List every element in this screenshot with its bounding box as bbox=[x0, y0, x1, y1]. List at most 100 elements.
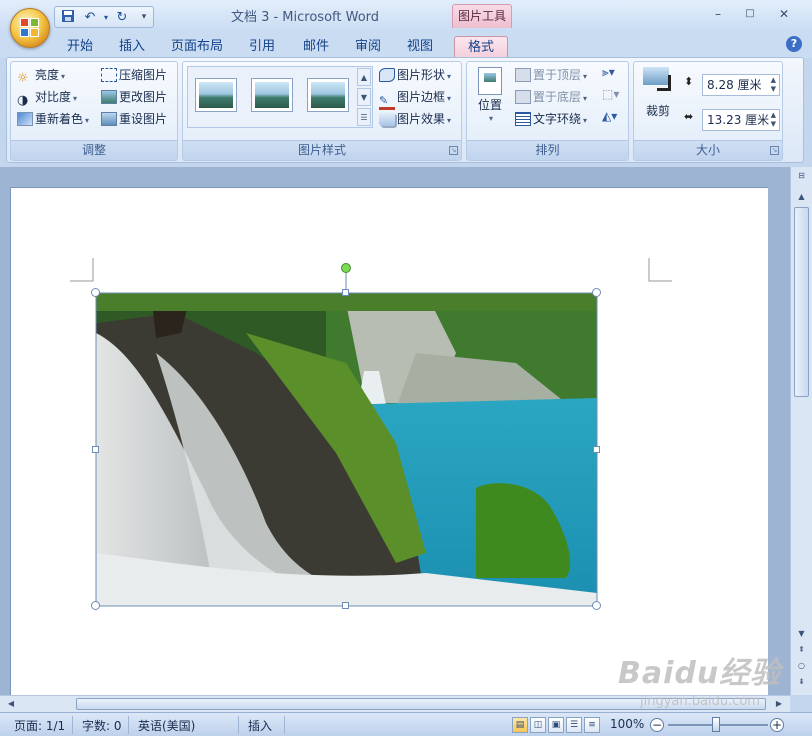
picture-styles-group: ▲ ▼ ☰ 图片形状 ▾ ✎ 图片边框 ▾ 图片效果 ▾ 图片样式 ↘ bbox=[182, 61, 462, 161]
tab-insert[interactable]: 插入 bbox=[110, 36, 154, 58]
recolor-label: 重新着色 bbox=[35, 112, 84, 126]
group-icon[interactable]: ⬚▾ bbox=[602, 87, 624, 107]
picture-effects-button[interactable]: 图片效果 ▾ bbox=[379, 109, 451, 129]
zoom-out-icon[interactable]: − bbox=[650, 718, 664, 732]
vertical-scrollbar[interactable]: ⊟ ▲ ▼ ⇞ ○ ⇟ bbox=[790, 167, 812, 695]
text-wrapping-label: 文字环绕 bbox=[533, 112, 582, 126]
arrange-group: 位置 ▾ 置于顶层 ▾ 置于底层 ▾ 文字环绕 ▾ ⫸▾ ⬚▾ ◭▾ 排列 bbox=[466, 61, 629, 161]
resize-handle-ne[interactable] bbox=[592, 288, 601, 297]
tab-view[interactable]: 视图 bbox=[398, 36, 442, 58]
style-thumbnail-3[interactable] bbox=[307, 78, 349, 112]
next-page-icon[interactable]: ⇟ bbox=[794, 677, 809, 691]
brightness-label: 亮度 bbox=[35, 68, 60, 82]
close-button[interactable]: ✕ bbox=[774, 5, 794, 23]
maximize-button[interactable]: □ bbox=[740, 5, 760, 23]
rotate-handle[interactable] bbox=[341, 263, 351, 273]
size-label: 大小 bbox=[695, 143, 720, 157]
brightness-button[interactable]: ☼ 亮度 ▾ bbox=[17, 65, 65, 86]
adjust-group: ☼ 亮度 ▾ ◑ 对比度 ▾ 重新着色 ▾ 压缩图片 更改图片 重设图片 调整 bbox=[10, 61, 178, 161]
browse-object-icon[interactable]: ○ bbox=[794, 661, 809, 675]
arrange-group-label: 排列 bbox=[467, 140, 628, 160]
office-button[interactable] bbox=[10, 8, 50, 48]
tab-page-layout[interactable]: 页面布局 bbox=[166, 36, 228, 58]
gallery-down-icon[interactable]: ▼ bbox=[357, 88, 371, 106]
print-layout-view-icon[interactable]: ▤ bbox=[512, 717, 528, 733]
resize-handle-n[interactable] bbox=[342, 289, 349, 296]
resize-handle-s[interactable] bbox=[342, 602, 349, 609]
margin-mark-right bbox=[648, 258, 672, 282]
reset-picture-button[interactable]: 重设图片 bbox=[101, 109, 167, 129]
language-indicator[interactable]: 英语(美国) bbox=[138, 717, 195, 734]
baidu-watermark-logo: Baidu经验 bbox=[618, 656, 782, 691]
page-count[interactable]: 页面: 1/1 bbox=[14, 717, 65, 734]
ruler-toggle-icon[interactable]: ⊟ bbox=[794, 171, 809, 185]
picture-border-button[interactable]: ✎ 图片边框 ▾ bbox=[379, 87, 451, 110]
crop-button[interactable]: 裁剪 bbox=[640, 65, 676, 125]
compress-icon bbox=[101, 68, 117, 82]
tab-review[interactable]: 审阅 bbox=[346, 36, 390, 58]
web-layout-icon[interactable]: ▣ bbox=[548, 717, 564, 733]
recolor-icon bbox=[17, 112, 33, 126]
change-picture-button[interactable]: 更改图片 bbox=[101, 87, 167, 107]
resize-handle-se[interactable] bbox=[592, 601, 601, 610]
style-thumbnail-1[interactable] bbox=[195, 78, 237, 112]
position-button[interactable]: 位置 ▾ bbox=[473, 65, 507, 131]
change-picture-icon bbox=[101, 90, 117, 104]
zoom-level[interactable]: 100% bbox=[610, 717, 644, 731]
scroll-left-icon[interactable]: ◀ bbox=[4, 698, 18, 710]
vertical-scroll-thumb[interactable] bbox=[794, 207, 809, 397]
size-group: 裁剪 ⬍ 8.28 厘米 ▲ ▼ ⬌ 13.23 厘米 ▲ ▼ 大小 ↘ bbox=[633, 61, 783, 161]
sun-icon: ☼ bbox=[17, 71, 29, 86]
width-spinner-icon[interactable]: ▲ ▼ bbox=[771, 111, 776, 129]
picture-styles-group-label: 图片样式 bbox=[183, 140, 461, 160]
selection-frame bbox=[95, 272, 598, 607]
align-icon[interactable]: ⫸▾ bbox=[602, 65, 624, 85]
resize-handle-sw[interactable] bbox=[91, 601, 100, 610]
picture-tools-tab: 图片工具 bbox=[452, 4, 512, 28]
gallery-more-icon[interactable]: ☰ bbox=[357, 108, 371, 126]
gallery-up-icon[interactable]: ▲ bbox=[357, 68, 371, 86]
send-to-back-button[interactable]: 置于底层 ▾ bbox=[515, 87, 587, 107]
effects-icon bbox=[379, 112, 395, 126]
bring-to-front-button[interactable]: 置于顶层 ▾ bbox=[515, 65, 587, 85]
reset-picture-icon bbox=[101, 112, 117, 126]
resize-handle-nw[interactable] bbox=[91, 288, 100, 297]
scroll-up-icon[interactable]: ▲ bbox=[794, 189, 809, 205]
rotate-icon[interactable]: ◭▾ bbox=[602, 109, 624, 129]
help-icon[interactable]: ? bbox=[786, 36, 802, 52]
full-screen-reading-icon[interactable]: ◫ bbox=[530, 717, 546, 733]
zoom-slider-thumb[interactable] bbox=[712, 717, 720, 732]
draft-view-icon[interactable]: ≡ bbox=[584, 717, 600, 733]
width-value: 13.23 厘米 bbox=[707, 113, 770, 127]
height-icon: ⬍ bbox=[684, 75, 694, 88]
tab-format[interactable]: 格式 bbox=[454, 36, 508, 58]
previous-page-icon[interactable]: ⇞ bbox=[794, 645, 809, 659]
compress-pictures-button[interactable]: 压缩图片 bbox=[101, 65, 167, 85]
insert-mode[interactable]: 插入 bbox=[248, 717, 272, 734]
height-input[interactable]: 8.28 厘米 ▲ ▼ bbox=[702, 74, 780, 96]
picture-styles-launcher-icon[interactable]: ↘ bbox=[449, 146, 458, 155]
text-wrapping-button[interactable]: 文字环绕 ▾ bbox=[515, 109, 587, 129]
word-count[interactable]: 字数: 0 bbox=[82, 717, 122, 734]
style-thumbnail-2[interactable] bbox=[251, 78, 293, 112]
contrast-icon: ◑ bbox=[17, 93, 29, 108]
zoom-in-icon[interactable]: + bbox=[770, 718, 784, 732]
tab-mailings[interactable]: 邮件 bbox=[294, 36, 338, 58]
picture-styles-label: 图片样式 bbox=[297, 143, 346, 157]
resize-handle-e[interactable] bbox=[593, 446, 600, 453]
contrast-button[interactable]: ◑ 对比度 ▾ bbox=[17, 87, 77, 108]
size-group-label: 大小 bbox=[634, 140, 782, 160]
scroll-down-icon[interactable]: ▼ bbox=[794, 629, 809, 643]
size-launcher-icon[interactable]: ↘ bbox=[770, 146, 779, 155]
width-input[interactable]: 13.23 厘米 ▲ ▼ bbox=[702, 109, 780, 131]
minimize-button[interactable]: – bbox=[708, 5, 728, 23]
picture-shape-button[interactable]: 图片形状 ▾ bbox=[379, 65, 451, 85]
outline-view-icon[interactable]: ☰ bbox=[566, 717, 582, 733]
resize-handle-w[interactable] bbox=[92, 446, 99, 453]
scroll-right-icon[interactable]: ▶ bbox=[772, 698, 786, 710]
height-spinner-icon[interactable]: ▲ ▼ bbox=[771, 76, 776, 94]
status-bar: 页面: 1/1 字数: 0 英语(美国) 插入 ▤ ◫ ▣ ☰ ≡ 100% −… bbox=[0, 712, 812, 736]
recolor-button[interactable]: 重新着色 ▾ bbox=[17, 109, 89, 129]
tab-references[interactable]: 引用 bbox=[240, 36, 284, 58]
tab-home[interactable]: 开始 bbox=[58, 36, 102, 58]
